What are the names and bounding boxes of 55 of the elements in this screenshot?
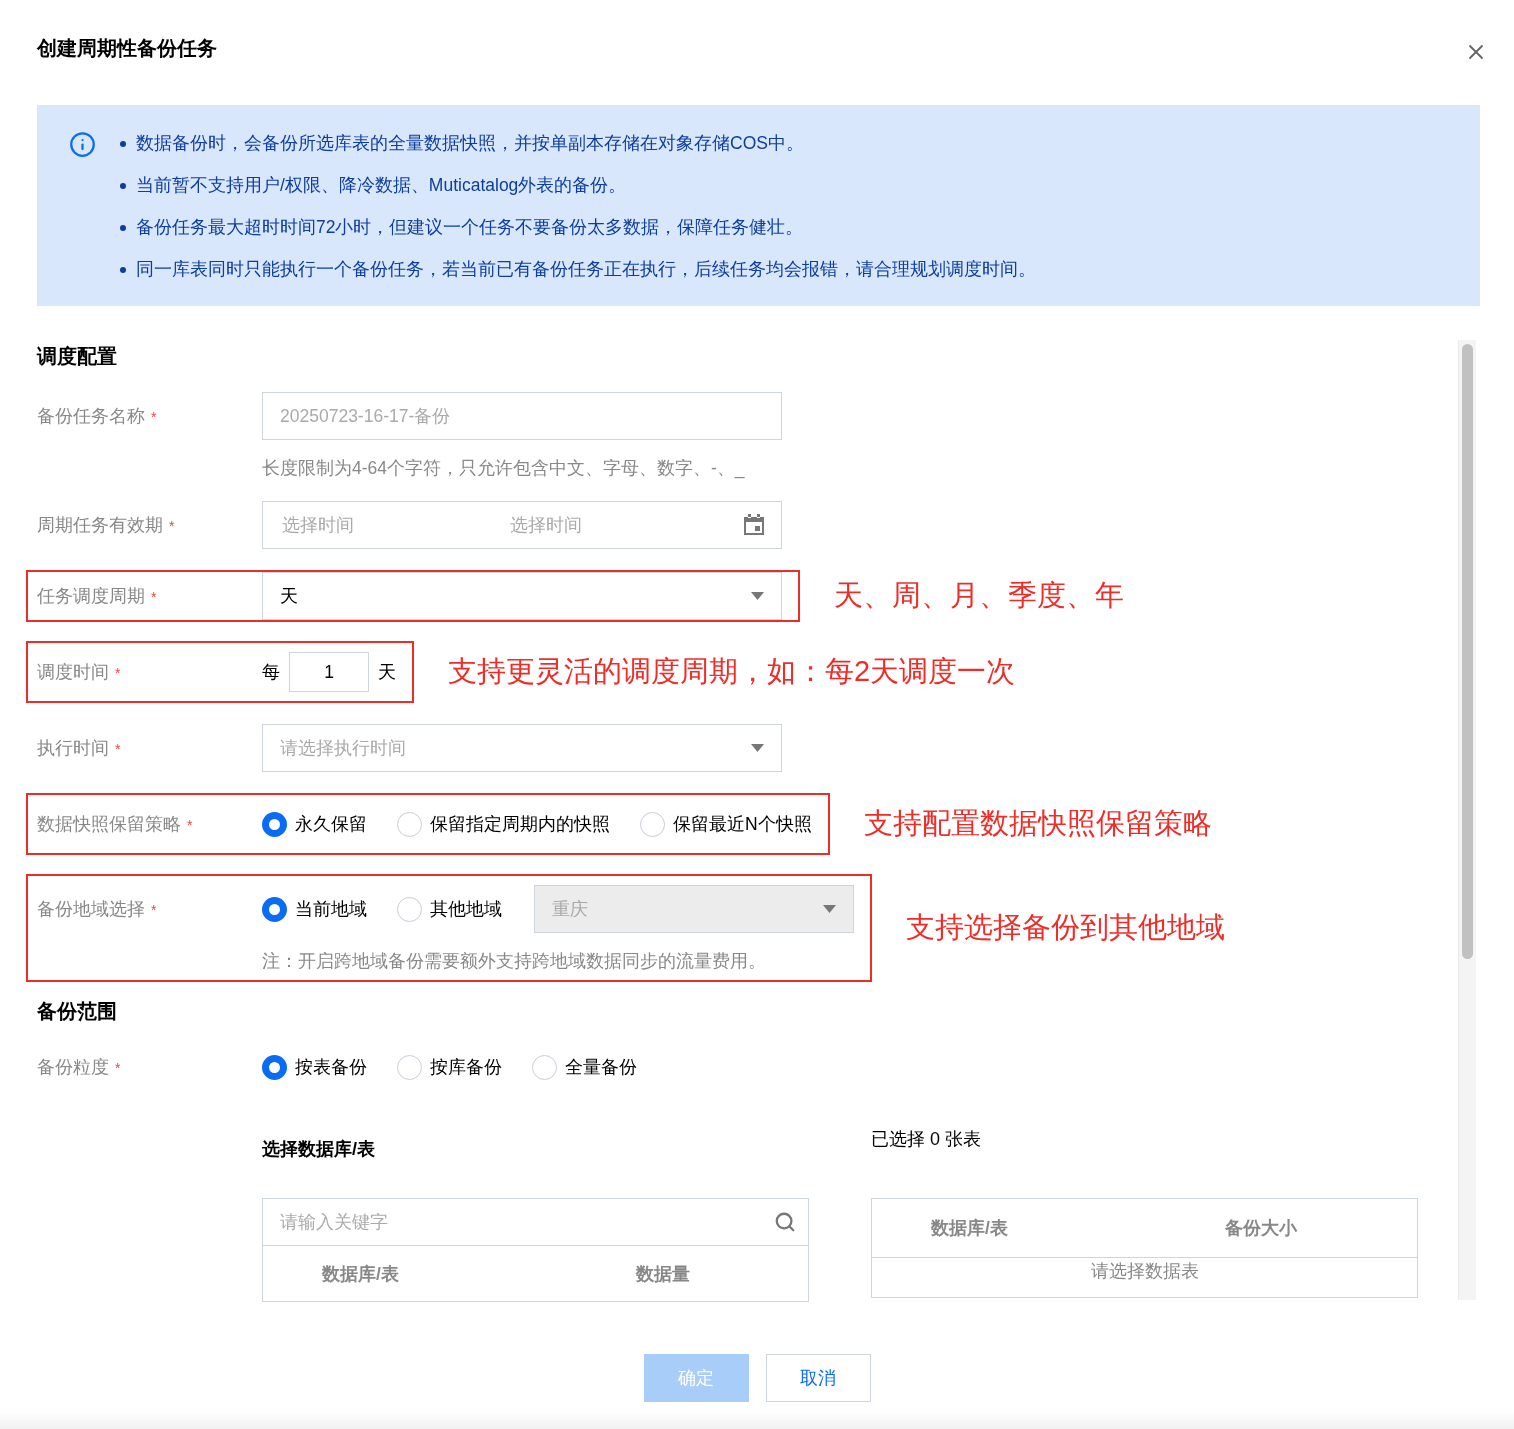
- empty-text: 请选择数据表: [1090, 1261, 1199, 1283]
- annotation-text: 支持更灵活的调度周期，如：每2天调度一次: [448, 654, 1016, 689]
- radio-option[interactable]: 永久保留: [262, 811, 367, 837]
- calendar-icon: [743, 514, 765, 536]
- notice-text: 数据备份时，会备份所选库表的全量数据快照，并按单副本存储在对象存储COS中。: [136, 132, 804, 155]
- dialog-title: 创建周期性备份任务: [37, 36, 217, 61]
- task-name-field[interactable]: 20250723-16-17-备份: [262, 392, 782, 440]
- section-title: 调度配置: [37, 344, 118, 369]
- caret-down-icon: [751, 744, 764, 752]
- date-field[interactable]: 选择时间: [280, 513, 508, 537]
- field-label: 备份地域选择 *: [37, 898, 158, 921]
- annotation-text: 支持配置数据快照保留策略: [863, 806, 1212, 841]
- radio-option[interactable]: 按表备份: [262, 1054, 367, 1080]
- date-field[interactable]: 选择时间: [508, 513, 736, 537]
- annotation-text: 天、周、月、季度、年: [834, 578, 1124, 613]
- bullet-icon: [120, 182, 126, 189]
- hint-text: 长度限制为4-64个字符，只允许包含中文、字母、数字、-、_: [262, 458, 746, 478]
- radio-option[interactable]: 保留指定周期内的快照: [397, 811, 610, 837]
- selected-count: 已选择 0 张表: [871, 1128, 982, 1151]
- radio-option[interactable]: 保留最近N个快照: [640, 811, 812, 837]
- column-header: 备份大小: [1225, 1217, 1298, 1239]
- field-label: 执行时间 *: [37, 737, 122, 760]
- bullet-icon: [120, 266, 126, 273]
- panel-title: 选择数据库/表: [262, 1138, 376, 1161]
- note-text: 注：开启跨地域备份需要额外支持跨地域数据同步的流量费用。: [262, 951, 767, 971]
- info-icon: [69, 131, 96, 158]
- radio-option[interactable]: 按库备份: [397, 1054, 502, 1080]
- radio-option[interactable]: 全量备份: [532, 1054, 637, 1080]
- field-label: 数据快照保留策略 *: [37, 813, 194, 836]
- cancel-button[interactable]: 取消: [765, 1354, 871, 1402]
- notice-text: 同一库表同时只能执行一个备份任务，若当前已有备份任务正在执行，后续任务均会报错，请合理规划调度时间。: [136, 258, 1036, 281]
- notice-text: 当前暂不支持用户/权限、降冷数据、Muticatalog外表的备份。: [136, 174, 627, 197]
- radio-option[interactable]: 当前地域: [262, 896, 367, 922]
- section-title: 备份范围: [37, 999, 118, 1024]
- bullet-icon: [120, 140, 126, 147]
- prefix-text: 每: [262, 661, 280, 684]
- field-label: 调度时间 *: [37, 661, 122, 684]
- caret-down-icon: [823, 905, 836, 913]
- notice-text: 备份任务最大超时时间72小时，但建议一个任务不要备份太多数据，保障任务健壮。: [136, 216, 804, 239]
- unit-text: 天: [378, 661, 396, 684]
- number-field[interactable]: 1: [289, 652, 369, 692]
- column-header: 数据库/表: [931, 1217, 1009, 1239]
- column-header: 数据量: [636, 1262, 691, 1285]
- column-header: 数据库/表: [322, 1262, 400, 1285]
- annotation-text: 支持选择备份到其他地域: [906, 910, 1225, 945]
- bullet-icon: [120, 224, 126, 231]
- field-label: 任务调度周期 *: [37, 585, 158, 608]
- search-icon: [774, 1211, 796, 1233]
- field-label: 备份粒度 *: [37, 1056, 122, 1079]
- field-label: 备份任务名称 *: [37, 405, 158, 428]
- caret-down-icon: [751, 592, 764, 600]
- select-field[interactable]: 天: [262, 572, 782, 620]
- radio-option[interactable]: 其他地域: [397, 896, 502, 922]
- field-label: 周期任务有效期 *: [37, 514, 176, 537]
- date-range-field[interactable]: 选择时间 选择时间: [262, 501, 782, 549]
